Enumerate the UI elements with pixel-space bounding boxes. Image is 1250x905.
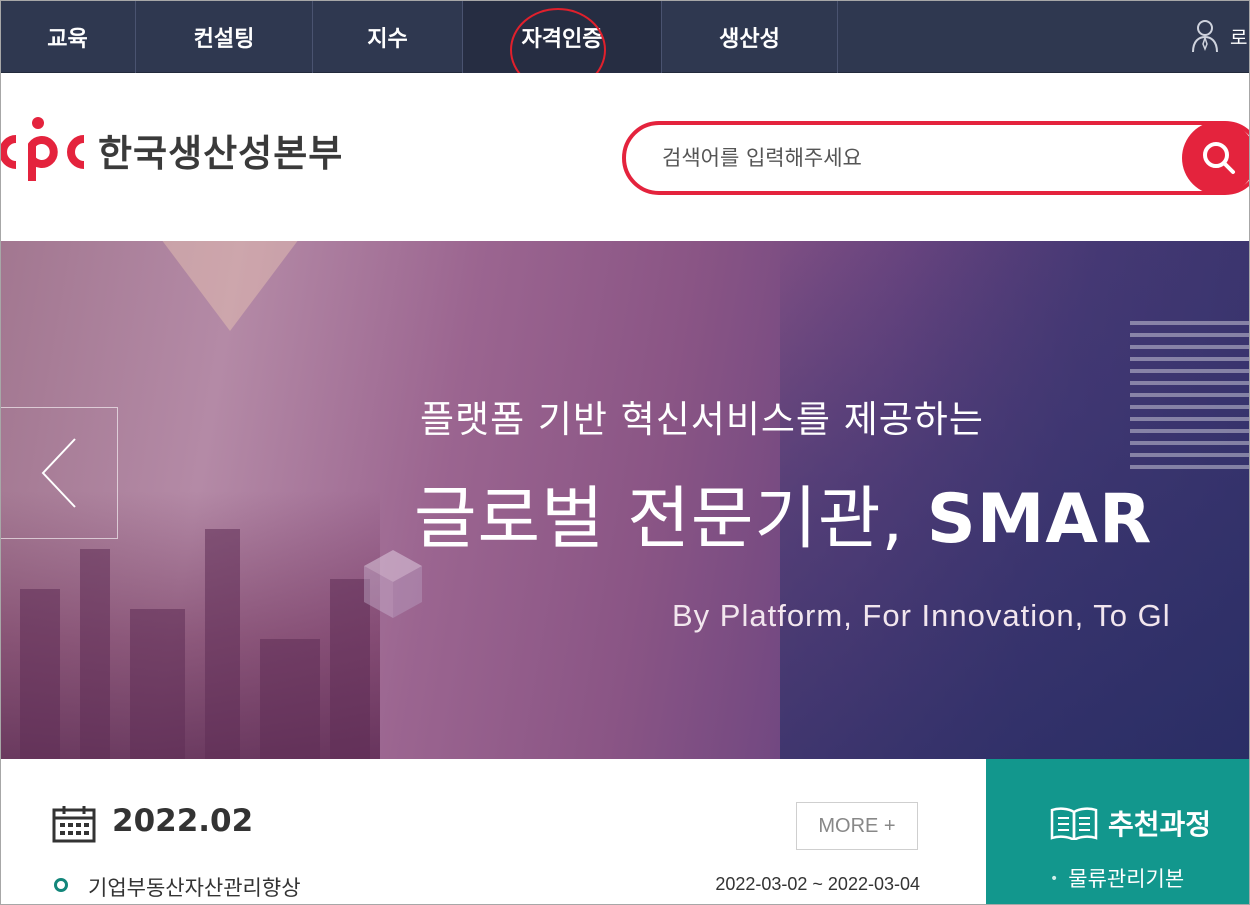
site-logo[interactable]: 한국생산성본부 [0,115,343,185]
schedule-month: 2022.02 [112,803,254,839]
book-icon [1050,807,1098,840]
recommended-courses-panel: 추천과정 물류관리기본 [986,759,1250,905]
nav-item-education[interactable]: 교육 [0,0,136,73]
recommended-title: 추천과정 [1108,808,1212,841]
hero-title: 글로벌 전문기관, SMAR [414,463,1152,562]
login-label: 로 [1230,26,1248,49]
kpc-logo-icon [0,117,85,181]
nav-item-label: 컨설팅 [193,26,255,52]
hero-banner: 플랫폼 기반 혁신서비스를 제공하는 글로벌 전문기관, SMAR By Pla… [0,241,1250,759]
top-navigation: 교육 컨설팅 지수 자격인증 생산성 로 [0,0,1250,73]
nav-item-consulting[interactable]: 컨설팅 [136,0,313,73]
nav-item-label: 지수 [367,26,408,52]
nav-item-label: 교육 [47,26,88,52]
hero-tagline: By Platform, For Innovation, To Gl [672,598,1171,633]
prev-slide-button[interactable] [0,407,118,539]
decorative-shape [140,241,320,331]
building-shape [130,609,185,759]
search-icon [1203,142,1235,174]
course-list-item[interactable]: 기업부동산자산관리향상 2022-03-02 ~ 2022-03-04 [52,870,920,904]
search-input[interactable] [662,137,1162,179]
building-shape [80,549,110,759]
nav-item-index[interactable]: 지수 [313,0,463,73]
hero-title-korean: 글로벌 전문기관, [414,480,905,559]
decorative-stripes [1130,321,1250,471]
chevron-left-icon [41,438,76,508]
hero-subtitle: 플랫폼 기반 혁신서비스를 제공하는 [420,398,984,441]
recommended-item[interactable]: 물류관리기본 [1050,863,1184,893]
building-shape [260,639,320,759]
calendar-icon [52,806,96,843]
logo-text: 한국생산성본부 [98,132,344,175]
hero-title-english: SMAR [926,480,1153,559]
user-icon [1192,20,1218,53]
site-header: 한국생산성본부 [0,73,1250,241]
bullet-ring-icon [54,878,68,892]
nav-item-label: 생산성 [719,26,780,52]
search-button[interactable] [1182,121,1250,195]
nav-item-productivity[interactable]: 생산성 [662,0,838,73]
recommended-header: 추천과정 [1050,803,1211,843]
building-shape [205,529,240,759]
building-shape [20,589,60,759]
search-bar [622,121,1250,195]
more-button[interactable]: MORE + [796,802,918,850]
course-date: 2022-03-02 ~ 2022-03-04 [715,874,920,894]
course-title: 기업부동산자산관리향상 [88,876,301,900]
login-link[interactable]: 로 [1190,14,1247,58]
